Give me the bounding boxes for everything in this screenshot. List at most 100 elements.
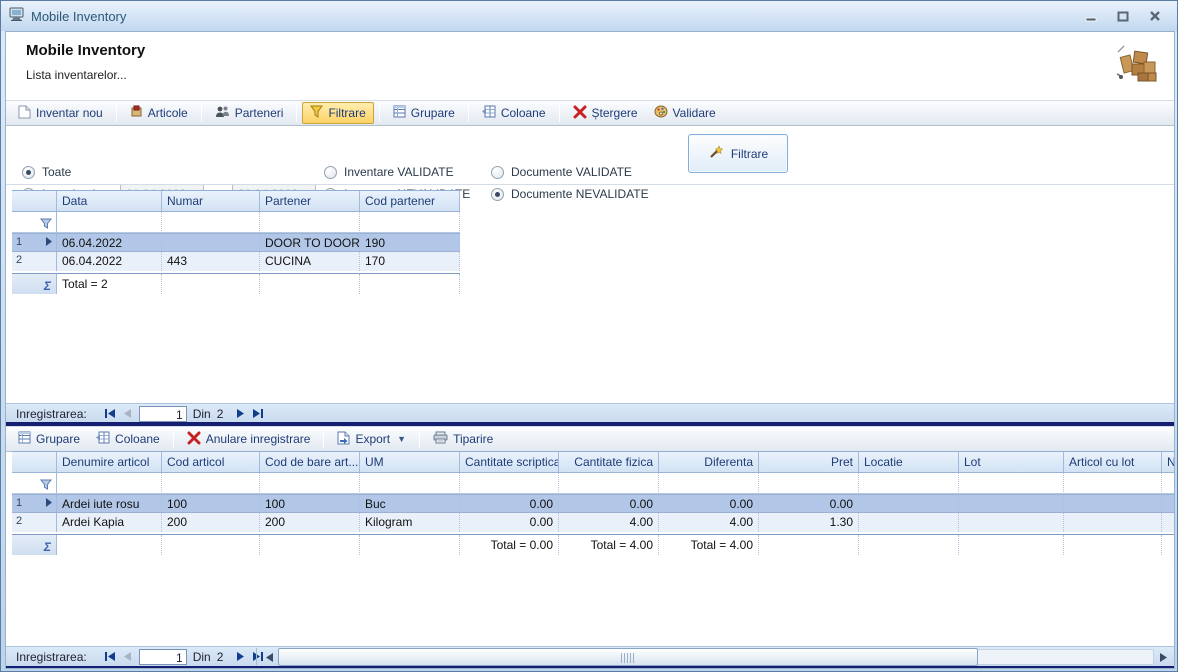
column-header-cod-bare[interactable]: Cod de bare art... [260, 451, 360, 473]
filter-cell[interactable] [659, 473, 759, 494]
record-number-input[interactable]: 1 [139, 406, 187, 422]
filter-cell[interactable] [260, 473, 360, 494]
articole-label: Articole [148, 106, 188, 120]
column-header-cod-partener[interactable]: Cod partener [360, 190, 460, 212]
previous-record-button[interactable] [119, 406, 137, 422]
filter-cell[interactable] [859, 473, 959, 494]
column-header-partener[interactable]: Partener [260, 190, 360, 212]
page-header: Mobile Inventory Lista inventarelor... [6, 32, 1174, 100]
column-header-pret[interactable]: Pret [759, 451, 859, 473]
filter-cell[interactable] [759, 473, 859, 494]
export-button[interactable]: Export ▼ [329, 428, 414, 451]
column-header-articol-cu-lot[interactable]: Articol cu lot [1064, 451, 1162, 473]
radio-toate[interactable]: Toate [22, 165, 71, 179]
column-header-data[interactable]: Data [57, 190, 162, 212]
toolbar-separator [116, 104, 117, 122]
stergere-button[interactable]: Ștergere [565, 102, 646, 125]
column-header-cod-articol[interactable]: Cod articol [162, 451, 260, 473]
detail-grid: Denumire articol Cod articol Cod de bare… [12, 451, 1175, 555]
chevron-down-icon[interactable]: ▼ [397, 434, 406, 444]
scrollbar-thumb[interactable] [278, 648, 978, 666]
inventar-nou-button[interactable]: Inventar nou [10, 102, 111, 125]
filter-funnel-icon[interactable] [12, 212, 57, 233]
last-record-button[interactable] [249, 406, 267, 422]
bottom-separator [6, 666, 1174, 668]
inventory-filter-row [12, 212, 460, 233]
validare-label: Validare [673, 106, 716, 120]
detail-grupare-button[interactable]: Grupare [10, 428, 88, 450]
close-button[interactable] [1147, 9, 1163, 23]
partners-icon [215, 105, 230, 121]
filter-cell-partener[interactable] [260, 212, 360, 233]
filtrare-toolbar-button[interactable]: Filtrare [302, 102, 373, 124]
first-record-button[interactable] [101, 406, 119, 422]
column-header-n[interactable]: N [1162, 451, 1175, 473]
column-header-diferenta[interactable]: Diferenta [659, 451, 759, 473]
column-header-denumire[interactable]: Denumire articol [57, 451, 162, 473]
next-record-button[interactable] [231, 649, 249, 665]
filter-cell[interactable] [360, 473, 460, 494]
previous-record-button[interactable] [119, 649, 137, 665]
scroll-left-button[interactable] [262, 648, 276, 666]
scrollbar-grip-icon [621, 653, 635, 663]
navigator-label: Inregistrarea: [16, 407, 87, 421]
detail-grupare-label: Grupare [36, 432, 80, 446]
column-header-um[interactable]: UM [360, 451, 460, 473]
detail-coloane-label: Coloane [115, 432, 160, 446]
tiparire-button[interactable]: Tiparire [425, 428, 501, 450]
articole-button[interactable]: Articole [122, 102, 196, 124]
radio-documente-validate[interactable]: Documente VALIDATE [491, 165, 632, 179]
inventory-row-2[interactable]: 2 06.04.2022 443 CUCINA 170 [12, 252, 460, 271]
radio-inventare-validate[interactable]: Inventare VALIDATE [324, 165, 454, 179]
column-header-cantitate-fizica[interactable]: Cantitate fizica [559, 451, 659, 473]
coloane-button[interactable]: Coloane [474, 102, 554, 124]
anulare-inregistrare-button[interactable]: Anulare inregistrare [179, 428, 319, 451]
column-header-locatie[interactable]: Locatie [859, 451, 959, 473]
row-indicator-header [12, 451, 57, 473]
filter-cell[interactable] [1064, 473, 1162, 494]
summary-total: Total = 2 [57, 274, 162, 294]
filter-cell-numar[interactable] [162, 212, 260, 233]
column-header-lot[interactable]: Lot [959, 451, 1064, 473]
filter-funnel-icon[interactable] [12, 473, 57, 494]
filter-cell[interactable] [559, 473, 659, 494]
filter-cell-data[interactable] [57, 212, 162, 233]
scroll-right-button[interactable] [1156, 648, 1170, 666]
filter-cell[interactable] [162, 473, 260, 494]
column-header-cantitate-scriptica[interactable]: Cantitate scriptica [460, 451, 559, 473]
restore-button[interactable] [1115, 9, 1131, 23]
filter-cell-cod-partener[interactable] [360, 212, 460, 233]
parteneri-button[interactable]: Parteneri [207, 102, 292, 124]
cell-lot [959, 513, 1064, 532]
validare-button[interactable]: Validare [646, 102, 724, 124]
filter-cell[interactable] [460, 473, 559, 494]
inventory-summary-row: Σ Total = 2 [12, 273, 460, 294]
next-record-button[interactable] [231, 406, 249, 422]
radio-dot [22, 166, 35, 179]
detail-row-2[interactable]: 2 Ardei Kapia 200 200 Kilogram 0.00 4.00… [12, 513, 1175, 532]
detail-row-1[interactable]: 1 Ardei iute rosu 100 100 Buc 0.00 0.00 … [12, 494, 1175, 513]
column-header-numar[interactable]: Numar [162, 190, 260, 212]
minimize-button[interactable] [1083, 9, 1099, 23]
detail-summary-row: Σ Total = 0.00 Total = 4.00 Total = 4.00 [12, 534, 1175, 555]
record-navigator-bottom: Inregistrarea: 1 Din 2 [6, 646, 1174, 666]
filter-cell[interactable] [959, 473, 1064, 494]
filter-cell[interactable] [1162, 473, 1175, 494]
din-label: Din [193, 650, 211, 664]
grupare-button[interactable]: Grupare [385, 102, 463, 124]
filtrare-action-button[interactable]: Filtrare [688, 134, 788, 173]
toolbar-separator [379, 104, 380, 122]
cell-cod-bare: 100 [260, 495, 360, 512]
toolbar-separator [559, 104, 560, 122]
detail-coloane-button[interactable]: Coloane [88, 428, 168, 450]
cell-articol-cu-lot [1064, 513, 1162, 532]
row-indicator: 1 [12, 234, 57, 251]
radio-documente-nevalidate[interactable]: Documente NEVALIDATE [491, 187, 649, 201]
inventory-row-1[interactable]: 1 06.04.2022 DOOR TO DOOR 190 [12, 233, 460, 252]
article-box-icon [130, 105, 143, 121]
filter-cell[interactable] [57, 473, 162, 494]
titlebar: Mobile Inventory [1, 1, 1177, 31]
record-number-input[interactable]: 1 [139, 649, 187, 665]
page-subtitle: Lista inventarelor... [26, 68, 127, 82]
first-record-button[interactable] [101, 649, 119, 665]
